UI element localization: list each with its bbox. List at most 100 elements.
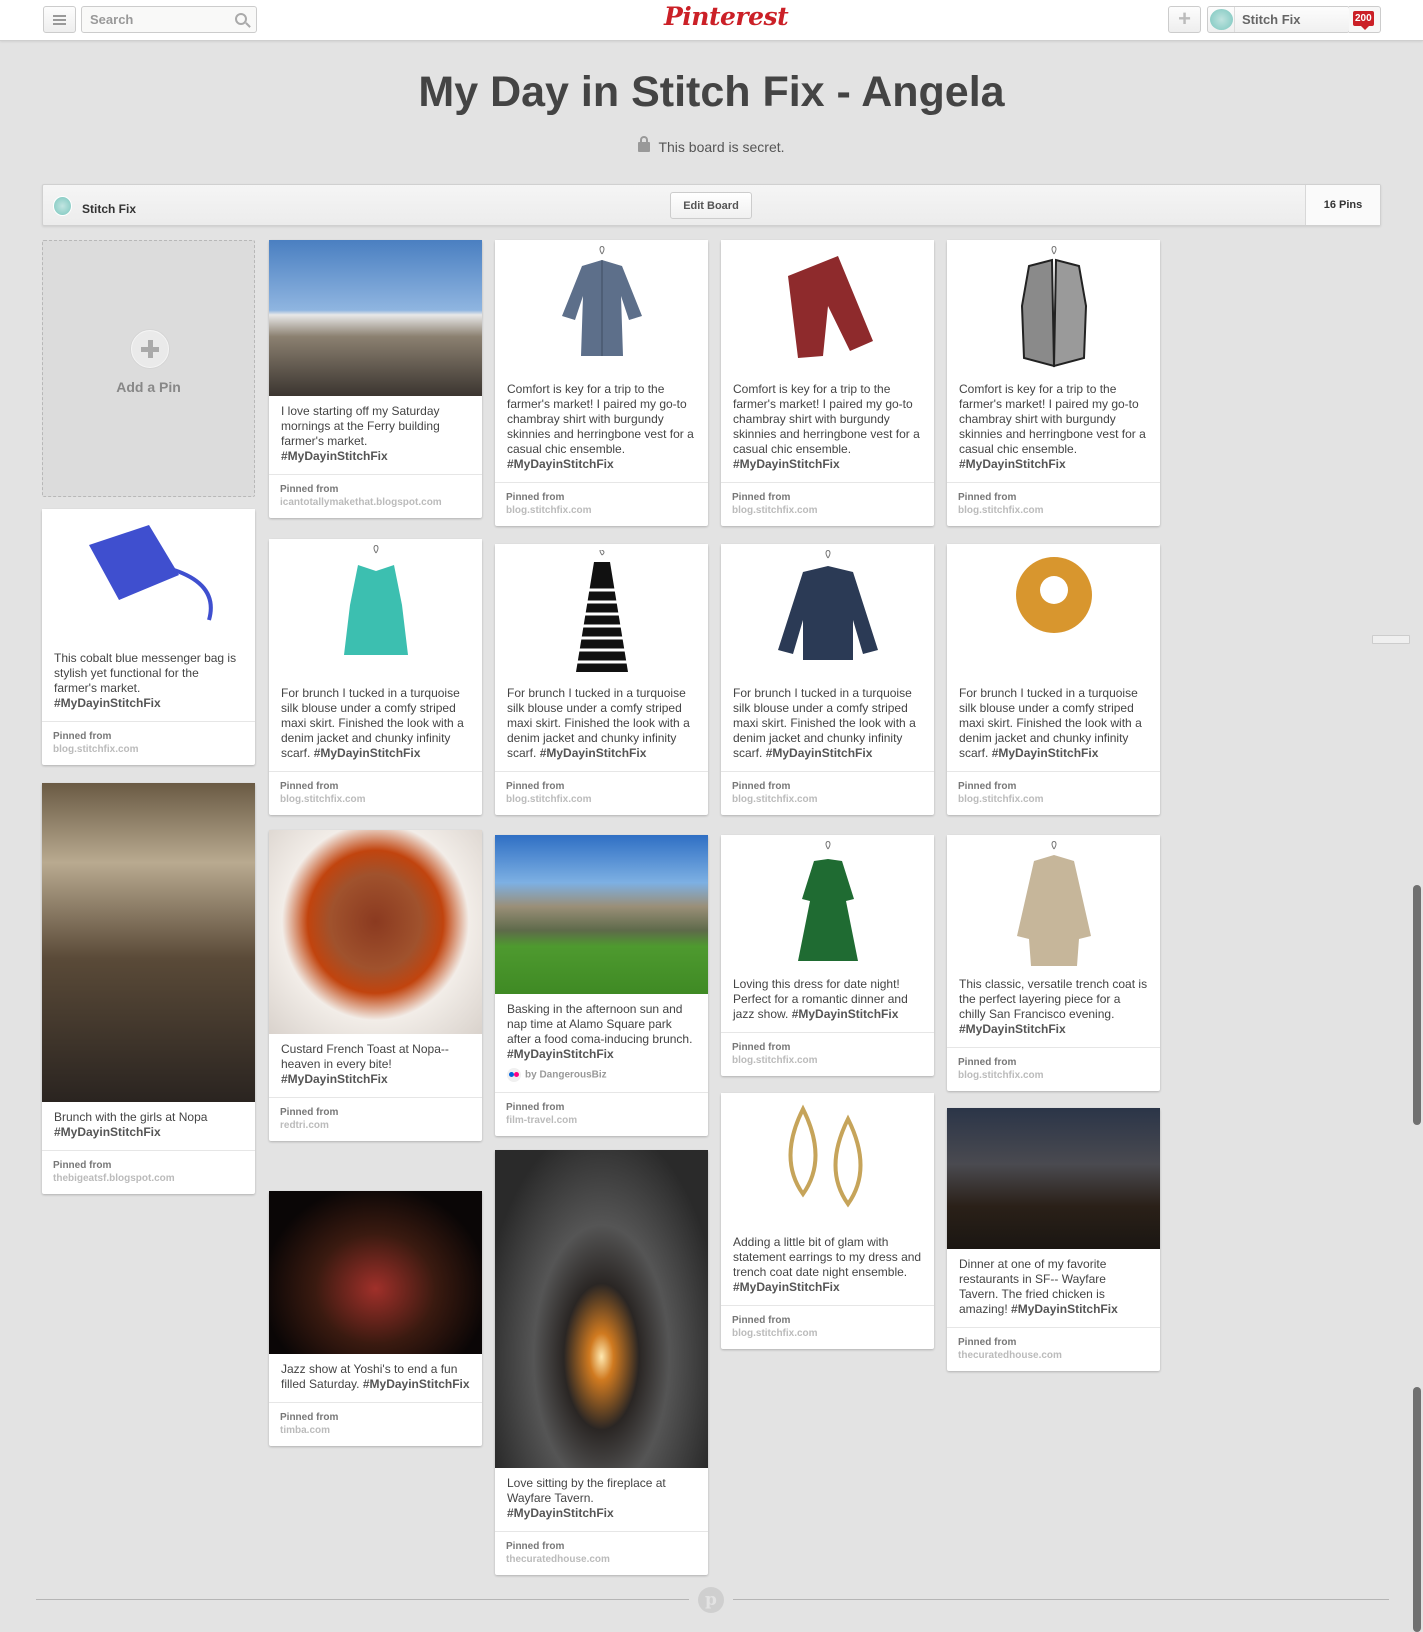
hashtag-link[interactable]: #MyDayinStitchFix xyxy=(540,746,647,760)
hashtag-link[interactable]: #MyDayinStitchFix xyxy=(281,1072,388,1086)
pin-card[interactable]: Comfort is key for a trip to the farmer'… xyxy=(495,240,708,526)
hashtag-link[interactable]: #MyDayinStitchFix xyxy=(507,1506,614,1520)
search-icon[interactable] xyxy=(235,13,247,25)
pin-image[interactable] xyxy=(269,539,482,678)
edit-board-button[interactable]: Edit Board xyxy=(670,192,752,219)
pin-image[interactable] xyxy=(269,1191,482,1354)
pin-image[interactable] xyxy=(721,544,934,678)
hashtag-link[interactable]: #MyDayinStitchFix xyxy=(507,457,614,471)
pin-image[interactable] xyxy=(947,835,1160,969)
hashtag-link[interactable]: #MyDayinStitchFix xyxy=(314,746,421,760)
pin-card[interactable]: Loving this dress for date night! Perfec… xyxy=(721,835,934,1076)
source-url-link[interactable]: timba.com xyxy=(280,1424,471,1437)
pin-source[interactable]: Pinned from blog.stitchfix.com xyxy=(42,721,255,765)
hashtag-link[interactable]: #MyDayinStitchFix xyxy=(733,457,840,471)
pin-source[interactable]: Pinned from blog.stitchfix.com xyxy=(495,771,708,815)
pin-source[interactable]: Pinned from blog.stitchfix.com xyxy=(721,482,934,526)
pin-source[interactable]: Pinned from icantotallymakethat.blogspot.… xyxy=(269,474,482,518)
source-url-link[interactable]: blog.stitchfix.com xyxy=(958,1069,1149,1082)
search-input[interactable] xyxy=(82,7,222,32)
source-url-link[interactable]: thecuratedhouse.com xyxy=(958,1349,1149,1362)
pin-image[interactable] xyxy=(269,830,482,1034)
pin-attribution[interactable]: by DangerousBiz xyxy=(495,1068,708,1092)
pin-source[interactable]: Pinned from thebigeatsf.blogspot.com xyxy=(42,1150,255,1194)
pin-source[interactable]: Pinned from thecuratedhouse.com xyxy=(495,1531,708,1575)
hashtag-link[interactable]: #MyDayinStitchFix xyxy=(363,1377,470,1391)
pin-card[interactable]: Adding a little bit of glam with stateme… xyxy=(721,1093,934,1349)
pin-image[interactable] xyxy=(495,1150,708,1468)
pin-image[interactable] xyxy=(947,544,1160,678)
pin-card[interactable]: Comfort is key for a trip to the farmer'… xyxy=(947,240,1160,526)
pin-image[interactable] xyxy=(42,509,255,643)
owner-avatar[interactable] xyxy=(53,196,72,216)
pin-source[interactable]: Pinned from film-travel.com xyxy=(495,1092,708,1136)
hashtag-link[interactable]: #MyDayinStitchFix xyxy=(54,1125,161,1139)
pin-image[interactable] xyxy=(721,1093,934,1227)
pin-image[interactable] xyxy=(721,835,934,969)
pin-image[interactable] xyxy=(495,835,708,994)
pin-source[interactable]: Pinned from blog.stitchfix.com xyxy=(721,771,934,815)
hashtag-link[interactable]: #MyDayinStitchFix xyxy=(54,696,161,710)
user-profile-button[interactable]: Stitch Fix xyxy=(1207,6,1350,33)
source-url-link[interactable]: blog.stitchfix.com xyxy=(732,504,923,517)
scroll-to-top-button[interactable] xyxy=(1372,635,1410,644)
pin-card[interactable]: Dinner at one of my favorite restaurants… xyxy=(947,1108,1160,1371)
hashtag-link[interactable]: #MyDayinStitchFix xyxy=(733,1280,840,1294)
pin-card[interactable]: For brunch I tucked in a turquoise silk … xyxy=(269,539,482,815)
add-pin-card[interactable]: Add a Pin xyxy=(42,240,255,497)
pin-image[interactable] xyxy=(42,783,255,1102)
pin-card[interactable]: Comfort is key for a trip to the farmer'… xyxy=(721,240,934,526)
pinterest-logo[interactable]: Pinterest xyxy=(664,2,789,31)
pin-image[interactable] xyxy=(947,1108,1160,1249)
notifications-button[interactable]: 200 xyxy=(1349,6,1381,33)
pin-source[interactable]: Pinned from timba.com xyxy=(269,1402,482,1446)
pin-card[interactable]: For brunch I tucked in a turquoise silk … xyxy=(495,544,708,815)
source-url-link[interactable]: film-travel.com xyxy=(506,1114,697,1127)
pin-source[interactable]: Pinned from blog.stitchfix.com xyxy=(495,482,708,526)
pin-card[interactable]: For brunch I tucked in a turquoise silk … xyxy=(947,544,1160,815)
source-url-link[interactable]: blog.stitchfix.com xyxy=(280,793,471,806)
source-url-link[interactable]: blog.stitchfix.com xyxy=(732,793,923,806)
pin-source[interactable]: Pinned from blog.stitchfix.com xyxy=(269,771,482,815)
pin-image[interactable] xyxy=(269,240,482,396)
source-url-link[interactable]: blog.stitchfix.com xyxy=(732,1054,923,1067)
pin-card[interactable]: Love sitting by the fireplace at Wayfare… xyxy=(495,1150,708,1575)
pin-card[interactable]: This cobalt blue messenger bag is stylis… xyxy=(42,509,255,765)
pin-source[interactable]: Pinned from blog.stitchfix.com xyxy=(721,1032,934,1076)
source-url-link[interactable]: blog.stitchfix.com xyxy=(958,793,1149,806)
pin-image[interactable] xyxy=(495,544,708,678)
hashtag-link[interactable]: #MyDayinStitchFix xyxy=(792,1007,899,1021)
hashtag-link[interactable]: #MyDayinStitchFix xyxy=(281,449,388,463)
source-url-link[interactable]: blog.stitchfix.com xyxy=(506,793,697,806)
hashtag-link[interactable]: #MyDayinStitchFix xyxy=(1011,1302,1118,1316)
pin-source[interactable]: Pinned from thecuratedhouse.com xyxy=(947,1327,1160,1371)
pin-source[interactable]: Pinned from blog.stitchfix.com xyxy=(721,1305,934,1349)
source-url-link[interactable]: icantotallymakethat.blogspot.com xyxy=(280,496,471,509)
hashtag-link[interactable]: #MyDayinStitchFix xyxy=(766,746,873,760)
hashtag-link[interactable]: #MyDayinStitchFix xyxy=(507,1047,614,1061)
pin-image[interactable] xyxy=(947,240,1160,374)
pin-source[interactable]: Pinned from blog.stitchfix.com xyxy=(947,482,1160,526)
source-url-link[interactable]: thebigeatsf.blogspot.com xyxy=(53,1172,244,1185)
menu-button[interactable] xyxy=(43,6,76,33)
source-url-link[interactable]: thecuratedhouse.com xyxy=(506,1553,697,1566)
hashtag-link[interactable]: #MyDayinStitchFix xyxy=(959,1022,1066,1036)
pin-card[interactable]: For brunch I tucked in a turquoise silk … xyxy=(721,544,934,815)
source-url-link[interactable]: redtri.com xyxy=(280,1119,471,1132)
source-url-link[interactable]: blog.stitchfix.com xyxy=(958,504,1149,517)
pin-card[interactable]: This classic, versatile trench coat is t… xyxy=(947,835,1160,1091)
pin-image[interactable] xyxy=(721,240,934,374)
scrollbar-thumb[interactable] xyxy=(1413,885,1421,1125)
hashtag-link[interactable]: #MyDayinStitchFix xyxy=(992,746,1099,760)
pin-source[interactable]: Pinned from blog.stitchfix.com xyxy=(947,771,1160,815)
pin-source[interactable]: Pinned from redtri.com xyxy=(269,1097,482,1141)
source-url-link[interactable]: blog.stitchfix.com xyxy=(506,504,697,517)
pin-card[interactable]: Jazz show at Yoshi's to end a fun filled… xyxy=(269,1191,482,1446)
pin-count[interactable]: 16 Pins xyxy=(1305,185,1380,225)
hashtag-link[interactable]: #MyDayinStitchFix xyxy=(959,457,1066,471)
source-url-link[interactable]: blog.stitchfix.com xyxy=(53,743,244,756)
pin-card[interactable]: Basking in the afternoon sun and nap tim… xyxy=(495,835,708,1136)
add-button[interactable]: + xyxy=(1168,6,1201,33)
board-owner-link[interactable]: Stitch Fix xyxy=(82,202,136,216)
pin-card[interactable]: Custard French Toast at Nopa--heaven in … xyxy=(269,830,482,1141)
